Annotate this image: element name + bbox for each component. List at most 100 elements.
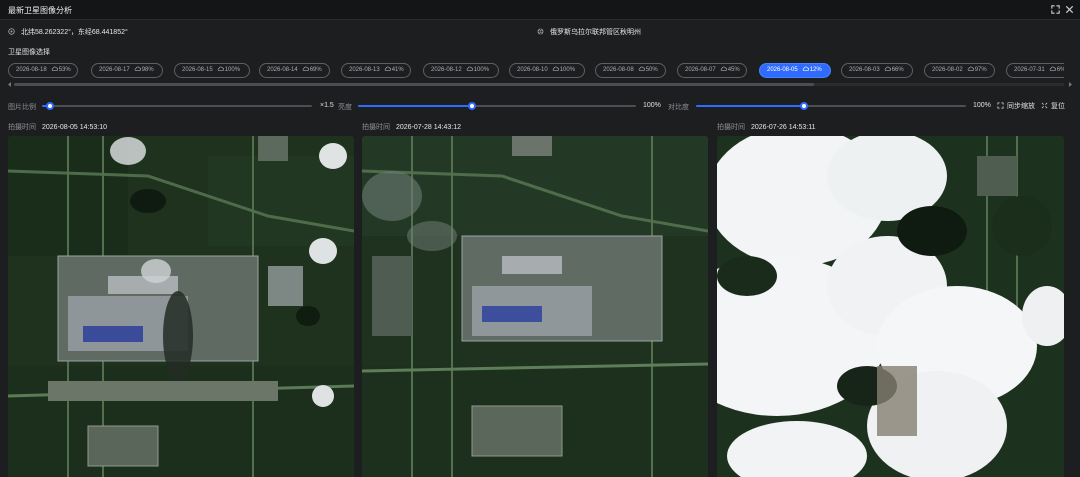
date-chip-cloud-percent: 97% [974, 67, 987, 73]
date-chip[interactable]: 2026-08-02 97% [924, 63, 995, 78]
date-chip-cloud-percent: 45% [727, 67, 740, 73]
cloud-icon [217, 66, 224, 71]
reset-label: 复位 [1051, 103, 1065, 110]
date-chip-cloud-percent: 100% [559, 67, 576, 73]
satellite-image-1[interactable] [8, 136, 354, 477]
brightness-handle[interactable] [467, 102, 476, 110]
scale-handle[interactable] [46, 102, 55, 110]
brightness-slider[interactable] [358, 102, 636, 110]
location-pin-icon [8, 28, 15, 35]
pane-2-header: 拍摄时间 2026-07-28 14:43:12 [362, 122, 461, 132]
date-chip-cloud-percent: 41% [391, 67, 404, 73]
brightness-value: 100% [643, 102, 661, 109]
scrollbar-thumb[interactable] [14, 83, 814, 86]
pane-2-time-label: 拍摄时间 [362, 124, 390, 131]
scroll-left-icon[interactable] [7, 82, 12, 87]
scroll-right-icon[interactable] [1068, 82, 1073, 87]
satellite-image-3[interactable] [717, 136, 1064, 477]
cloud-icon [51, 66, 58, 71]
date-chip-date: 2026-08-02 [932, 67, 963, 73]
scale-slider[interactable] [42, 102, 312, 110]
reset-icon [1041, 102, 1048, 109]
date-chip[interactable]: 2026-07-31 6% [1006, 63, 1064, 78]
satellite-image-1-graphic [8, 136, 354, 477]
date-chip[interactable]: 2026-08-17 98% [91, 63, 163, 78]
horizontal-scrollbar[interactable] [14, 83, 1064, 86]
brightness-fill [358, 105, 472, 107]
satellite-image-3-graphic [717, 136, 1064, 477]
date-chip-cloud-percent: 100% [473, 67, 490, 73]
cloud-icon [302, 66, 309, 71]
satellite-image-2[interactable] [362, 136, 708, 477]
pane-1-header: 拍摄时间 2026-08-05 14:53:10 [8, 122, 107, 132]
title-bar: 最新卫星图像分析 [0, 0, 1080, 20]
date-chip[interactable]: 2026-08-08 50% [595, 63, 666, 78]
date-chip[interactable]: 2026-08-12 100% [423, 63, 499, 78]
reset-button[interactable]: 复位 [1041, 101, 1065, 111]
date-chip[interactable]: 2026-08-18 53% [8, 63, 78, 78]
date-chip-cloud-percent: 66% [891, 67, 904, 73]
image-controls: 图片比例 ×1.5 亮度 100% 对比度 100% 同步缩放 复位 [0, 100, 1080, 112]
cloud-icon [802, 66, 809, 71]
section-title: 卫星图像选择 [8, 49, 50, 56]
date-chip-date: 2026-08-07 [685, 67, 716, 73]
date-chip-cloud-percent: 98% [141, 67, 154, 73]
window-title: 最新卫星图像分析 [8, 6, 72, 15]
date-chip-date: 2026-08-13 [349, 67, 380, 73]
date-chip-cloud-percent: 69% [309, 67, 322, 73]
expand-icon[interactable] [1050, 4, 1061, 15]
cloud-icon [466, 66, 473, 71]
cloud-icon [967, 66, 974, 71]
date-chip-date: 2026-08-14 [267, 67, 298, 73]
date-chip-date: 2026-08-05 [767, 67, 798, 73]
pane-2-time: 2026-07-28 14:43:12 [396, 124, 461, 131]
date-chip[interactable]: 2026-08-15 100% [174, 63, 250, 78]
date-chip-date: 2026-08-10 [517, 67, 548, 73]
close-icon[interactable] [1064, 4, 1075, 15]
date-chip[interactable]: 2026-08-05 12% [759, 63, 831, 78]
sync-zoom-button[interactable]: 同步缩放 [997, 101, 1035, 111]
date-chip-cloud-percent: 100% [224, 67, 241, 73]
date-chip[interactable]: 2026-08-14 69% [259, 63, 330, 78]
region: 俄罗斯乌拉尔联邦管区秋明州 [537, 27, 641, 37]
contrast-slider[interactable] [696, 102, 966, 110]
cloud-icon [552, 66, 559, 71]
date-chip[interactable]: 2026-08-03 66% [841, 63, 913, 78]
pane-1-time-label: 拍摄时间 [8, 124, 36, 131]
pane-3-time: 2026-07-26 14:53:11 [751, 124, 816, 131]
sync-zoom-icon [997, 102, 1004, 109]
cloud-icon [720, 66, 727, 71]
cloud-icon [134, 66, 141, 71]
pane-1-time: 2026-08-05 14:53:10 [42, 124, 107, 131]
date-chip-date: 2026-08-17 [99, 67, 130, 73]
date-chip[interactable]: 2026-08-13 41% [341, 63, 411, 78]
location-info: 北纬58.262322°，东经68.441852° 俄罗斯乌拉尔联邦管区秋明州 [0, 26, 1080, 40]
satellite-image-2-graphic [362, 136, 708, 477]
date-chip-date: 2026-08-18 [16, 67, 47, 73]
date-chip-cloud-percent: 12% [809, 67, 822, 73]
date-chip-date: 2026-08-12 [431, 67, 462, 73]
contrast-label: 对比度 [668, 104, 689, 111]
cloud-icon [884, 66, 891, 71]
coordinates-text: 北纬58.262322°，东经68.441852° [21, 29, 128, 36]
date-chip-date: 2026-08-08 [603, 67, 634, 73]
brightness-label: 亮度 [338, 104, 352, 111]
cloud-icon [1049, 66, 1056, 71]
date-chip[interactable]: 2026-08-10 100% [509, 63, 585, 78]
region-text: 俄罗斯乌拉尔联邦管区秋明州 [550, 29, 641, 36]
coordinates: 北纬58.262322°，东经68.441852° [8, 27, 128, 37]
date-chip[interactable]: 2026-08-07 45% [677, 63, 747, 78]
date-chip-cloud-percent: 6% [1056, 67, 1064, 73]
contrast-handle[interactable] [800, 102, 808, 110]
date-chip-cloud-percent: 50% [645, 67, 658, 73]
scale-value: ×1.5 [320, 102, 334, 109]
date-selector: 2026-08-18 53% 2026-08-17 98% 2026-08-15 100%… [8, 63, 1064, 79]
date-chip-date: 2026-08-15 [182, 67, 213, 73]
pane-3-time-label: 拍摄时间 [717, 124, 745, 131]
contrast-fill [696, 105, 804, 107]
globe-icon [537, 28, 544, 35]
sync-zoom-label: 同步缩放 [1007, 103, 1035, 110]
date-chip-date: 2026-07-31 [1014, 67, 1045, 73]
contrast-value: 100% [973, 102, 991, 109]
cloud-icon [638, 66, 645, 71]
